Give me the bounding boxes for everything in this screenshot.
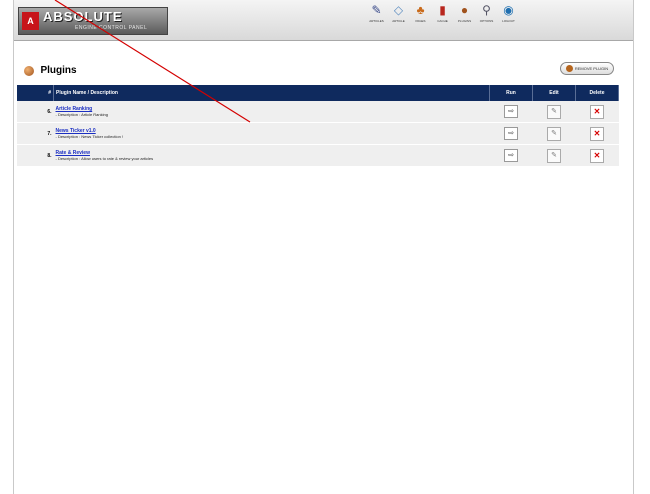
annotation-line xyxy=(54,0,251,123)
annotation-arrow xyxy=(54,0,251,123)
